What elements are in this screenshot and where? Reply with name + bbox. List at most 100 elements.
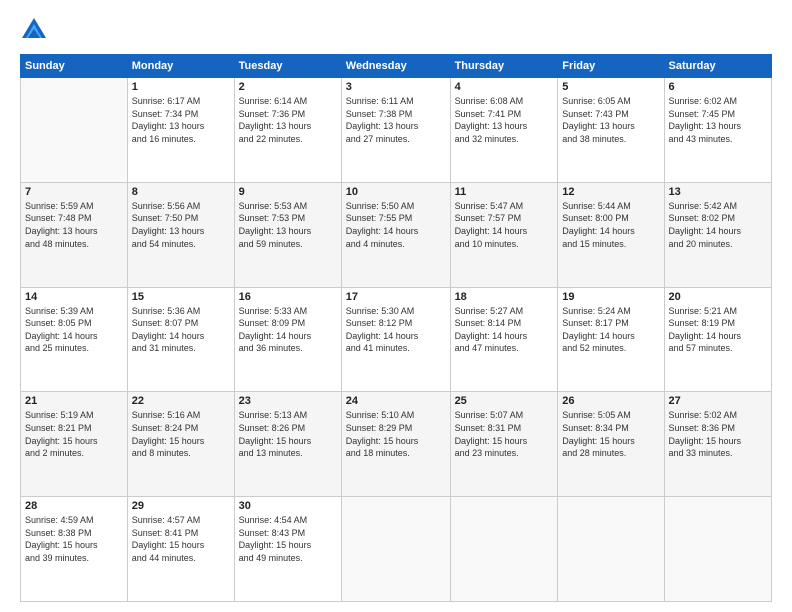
day-info: Sunrise: 5:27 AM Sunset: 8:14 PM Dayligh…	[455, 305, 554, 355]
day-number: 24	[346, 395, 446, 407]
day-cell: 6Sunrise: 6:02 AM Sunset: 7:45 PM Daylig…	[664, 78, 771, 183]
day-info: Sunrise: 4:57 AM Sunset: 8:41 PM Dayligh…	[132, 514, 230, 564]
day-info: Sunrise: 4:59 AM Sunset: 8:38 PM Dayligh…	[25, 514, 123, 564]
calendar-table: SundayMondayTuesdayWednesdayThursdayFrid…	[20, 54, 772, 602]
day-info: Sunrise: 6:17 AM Sunset: 7:34 PM Dayligh…	[132, 95, 230, 145]
header-cell-thursday: Thursday	[450, 55, 558, 78]
day-cell	[664, 497, 771, 602]
day-cell: 19Sunrise: 5:24 AM Sunset: 8:17 PM Dayli…	[558, 287, 664, 392]
day-number: 5	[562, 81, 659, 93]
day-cell	[558, 497, 664, 602]
week-row-1: 7 Sunrise: 5:59 AM Sunset: 7:48 PM Daylig…	[21, 182, 772, 287]
day-info: Sunrise: 5:16 AM Sunset: 8:24 PM Dayligh…	[132, 409, 230, 459]
day-cell: 2 Sunrise: 6:14 AM Sunset: 7:36 PM Daylig…	[234, 78, 341, 183]
day-info: Sunrise: 5:02 AM Sunset: 8:36 PM Dayligh…	[669, 409, 767, 459]
day-info: Sunrise: 5:44 AM Sunset: 8:00 PM Dayligh…	[562, 200, 659, 250]
header-cell-saturday: Saturday	[664, 55, 771, 78]
day-cell: 16 Sunrise: 5:33 AM Sunset: 8:09 PM Dayli…	[234, 287, 341, 392]
week-row-0: 1 Sunrise: 6:17 AM Sunset: 7:34 PM Daylig…	[21, 78, 772, 183]
day-info: Sunrise: 5:19 AM Sunset: 8:21 PM Dayligh…	[25, 409, 123, 459]
day-cell: 24 Sunrise: 5:10 AM Sunset: 8:29 PM Dayli…	[341, 392, 450, 497]
day-info: Sunrise: 5:36 AM Sunset: 8:07 PM Dayligh…	[132, 305, 230, 355]
day-cell: 25Sunrise: 5:07 AM Sunset: 8:31 PM Dayli…	[450, 392, 558, 497]
day-cell	[21, 78, 128, 183]
day-info: Sunrise: 5:30 AM Sunset: 8:12 PM Dayligh…	[346, 305, 446, 355]
day-cell: 30 Sunrise: 4:54 AM Sunset: 8:43 PM Dayli…	[234, 497, 341, 602]
day-info: Sunrise: 5:21 AM Sunset: 8:19 PM Dayligh…	[669, 305, 767, 355]
day-cell: 3 Sunrise: 6:11 AM Sunset: 7:38 PM Daylig…	[341, 78, 450, 183]
day-info: Sunrise: 5:39 AM Sunset: 8:05 PM Dayligh…	[25, 305, 123, 355]
day-cell: 27 Sunrise: 5:02 AM Sunset: 8:36 PM Dayli…	[664, 392, 771, 497]
day-cell: 17 Sunrise: 5:30 AM Sunset: 8:12 PM Dayli…	[341, 287, 450, 392]
day-number: 17	[346, 291, 446, 303]
day-info: Sunrise: 6:11 AM Sunset: 7:38 PM Dayligh…	[346, 95, 446, 145]
day-number: 15	[132, 291, 230, 303]
day-cell: 8 Sunrise: 5:56 AM Sunset: 7:50 PM Daylig…	[127, 182, 234, 287]
day-cell: 21 Sunrise: 5:19 AM Sunset: 8:21 PM Dayli…	[21, 392, 128, 497]
day-info: Sunrise: 5:33 AM Sunset: 8:09 PM Dayligh…	[239, 305, 337, 355]
day-info: Sunrise: 6:02 AM Sunset: 7:45 PM Dayligh…	[669, 95, 767, 145]
week-row-3: 21 Sunrise: 5:19 AM Sunset: 8:21 PM Dayli…	[21, 392, 772, 497]
header-row: SundayMondayTuesdayWednesdayThursdayFrid…	[21, 55, 772, 78]
day-info: Sunrise: 4:54 AM Sunset: 8:43 PM Dayligh…	[239, 514, 337, 564]
day-number: 28	[25, 500, 123, 512]
day-number: 29	[132, 500, 230, 512]
header-cell-monday: Monday	[127, 55, 234, 78]
day-number: 13	[669, 186, 767, 198]
day-cell	[341, 497, 450, 602]
day-number: 22	[132, 395, 230, 407]
day-number: 27	[669, 395, 767, 407]
day-cell: 7 Sunrise: 5:59 AM Sunset: 7:48 PM Daylig…	[21, 182, 128, 287]
day-info: Sunrise: 5:07 AM Sunset: 8:31 PM Dayligh…	[455, 409, 554, 459]
day-info: Sunrise: 5:42 AM Sunset: 8:02 PM Dayligh…	[669, 200, 767, 250]
day-cell: 13 Sunrise: 5:42 AM Sunset: 8:02 PM Dayli…	[664, 182, 771, 287]
header-cell-wednesday: Wednesday	[341, 55, 450, 78]
day-cell: 26Sunrise: 5:05 AM Sunset: 8:34 PM Dayli…	[558, 392, 664, 497]
day-info: Sunrise: 5:10 AM Sunset: 8:29 PM Dayligh…	[346, 409, 446, 459]
day-cell: 29 Sunrise: 4:57 AM Sunset: 8:41 PM Dayli…	[127, 497, 234, 602]
day-cell: 22 Sunrise: 5:16 AM Sunset: 8:24 PM Dayli…	[127, 392, 234, 497]
page: SundayMondayTuesdayWednesdayThursdayFrid…	[0, 0, 792, 612]
day-number: 4	[455, 81, 554, 93]
day-info: Sunrise: 5:05 AM Sunset: 8:34 PM Dayligh…	[562, 409, 659, 459]
day-info: Sunrise: 5:59 AM Sunset: 7:48 PM Dayligh…	[25, 200, 123, 250]
day-number: 10	[346, 186, 446, 198]
day-number: 9	[239, 186, 337, 198]
day-cell: 11 Sunrise: 5:47 AM Sunset: 7:57 PM Dayli…	[450, 182, 558, 287]
day-cell: 5 Sunrise: 6:05 AM Sunset: 7:43 PM Daylig…	[558, 78, 664, 183]
day-cell: 23 Sunrise: 5:13 AM Sunset: 8:26 PM Dayli…	[234, 392, 341, 497]
logo-icon	[20, 16, 48, 44]
day-number: 20	[669, 291, 767, 303]
day-number: 2	[239, 81, 337, 93]
day-info: Sunrise: 5:13 AM Sunset: 8:26 PM Dayligh…	[239, 409, 337, 459]
header	[20, 16, 772, 44]
day-info: Sunrise: 6:08 AM Sunset: 7:41 PM Dayligh…	[455, 95, 554, 145]
day-number: 16	[239, 291, 337, 303]
day-info: Sunrise: 6:05 AM Sunset: 7:43 PM Dayligh…	[562, 95, 659, 145]
day-number: 3	[346, 81, 446, 93]
day-cell: 15 Sunrise: 5:36 AM Sunset: 8:07 PM Dayli…	[127, 287, 234, 392]
day-number: 21	[25, 395, 123, 407]
day-number: 1	[132, 81, 230, 93]
day-cell: 20 Sunrise: 5:21 AM Sunset: 8:19 PM Dayli…	[664, 287, 771, 392]
day-info: Sunrise: 5:56 AM Sunset: 7:50 PM Dayligh…	[132, 200, 230, 250]
logo	[20, 16, 52, 44]
day-cell: 18Sunrise: 5:27 AM Sunset: 8:14 PM Dayli…	[450, 287, 558, 392]
day-info: Sunrise: 5:53 AM Sunset: 7:53 PM Dayligh…	[239, 200, 337, 250]
day-number: 23	[239, 395, 337, 407]
day-cell	[450, 497, 558, 602]
header-cell-tuesday: Tuesday	[234, 55, 341, 78]
day-info: Sunrise: 5:47 AM Sunset: 7:57 PM Dayligh…	[455, 200, 554, 250]
day-number: 30	[239, 500, 337, 512]
day-cell: 12Sunrise: 5:44 AM Sunset: 8:00 PM Dayli…	[558, 182, 664, 287]
day-info: Sunrise: 6:14 AM Sunset: 7:36 PM Dayligh…	[239, 95, 337, 145]
day-cell: 28 Sunrise: 4:59 AM Sunset: 8:38 PM Dayli…	[21, 497, 128, 602]
day-number: 8	[132, 186, 230, 198]
header-cell-sunday: Sunday	[21, 55, 128, 78]
day-number: 14	[25, 291, 123, 303]
day-number: 11	[455, 186, 554, 198]
day-number: 7	[25, 186, 123, 198]
day-cell: 10Sunrise: 5:50 AM Sunset: 7:55 PM Dayli…	[341, 182, 450, 287]
day-info: Sunrise: 5:24 AM Sunset: 8:17 PM Dayligh…	[562, 305, 659, 355]
day-cell: 14 Sunrise: 5:39 AM Sunset: 8:05 PM Dayli…	[21, 287, 128, 392]
